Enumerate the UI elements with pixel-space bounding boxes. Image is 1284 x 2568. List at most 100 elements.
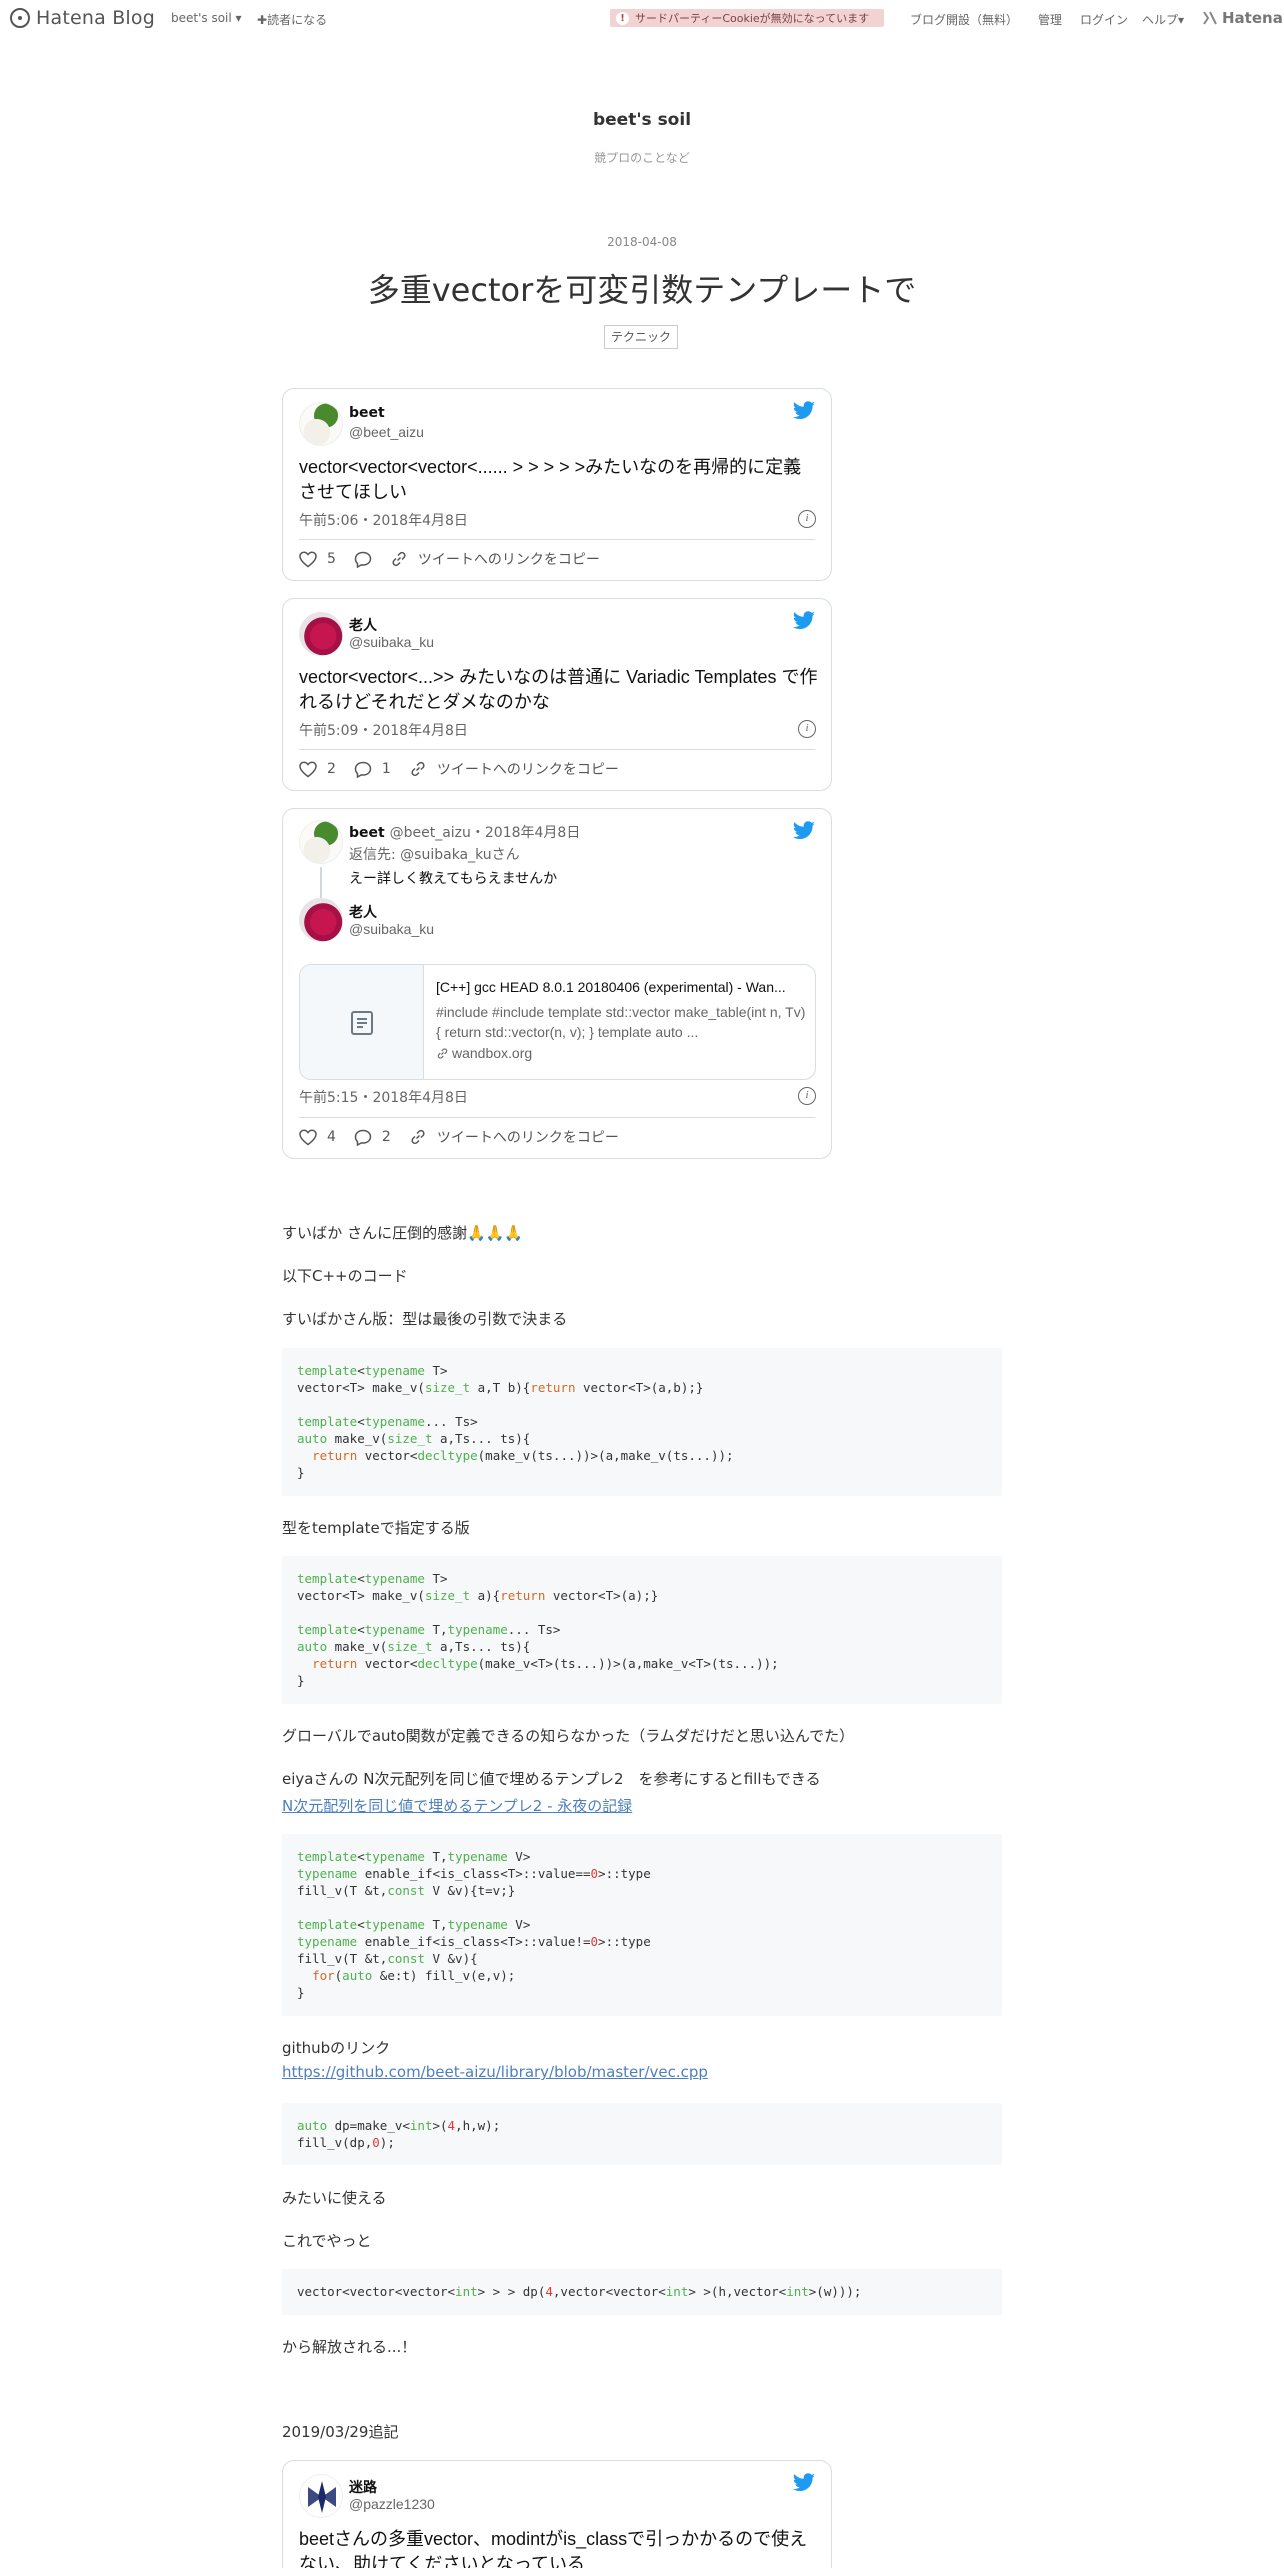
blog-title[interactable]: beet's soil bbox=[0, 110, 1284, 130]
embedded-tweet[interactable]: beet @beet_aizu・2018年4月8日 返信先: @suibaka_… bbox=[282, 808, 832, 1159]
embedded-tweet[interactable]: beet @beet_aizu vector<vector<vector<...… bbox=[282, 388, 832, 581]
paragraph: githubのリンク bbox=[282, 2039, 391, 2057]
blog-link[interactable]: N次元配列を同じ値で埋めるテンプレ2 - 永夜の記録 bbox=[282, 1795, 632, 1816]
copy-link-label: ツイートへのリンクをコピー bbox=[417, 552, 600, 568]
tweet-author-name[interactable]: beet bbox=[349, 405, 385, 421]
like-button[interactable]: 5 bbox=[299, 550, 336, 568]
reply-thread-line bbox=[320, 867, 322, 901]
tweet-author-handle[interactable]: @beet_aizu bbox=[349, 424, 424, 440]
tweet-actions: 2 1 ツイートへのリンクをコピー bbox=[299, 759, 637, 779]
tweet-author-name[interactable]: 老人 bbox=[349, 615, 377, 635]
info-icon[interactable]: i bbox=[798, 720, 816, 738]
plus-icon: ✚ bbox=[257, 13, 268, 27]
paragraph: グローバルでauto関数が定義できるの知らなかった（ラムダだけだと思い込んでた） bbox=[282, 1727, 855, 1745]
like-count: 5 bbox=[327, 551, 336, 567]
divider bbox=[299, 539, 815, 540]
paragraph: から解放される...！ bbox=[282, 2338, 417, 2356]
paragraph: みたいに使える bbox=[282, 2189, 387, 2207]
divider bbox=[299, 1117, 815, 1118]
parent-tweet-header[interactable]: beet @beet_aizu・2018年4月8日 bbox=[349, 822, 580, 842]
like-button[interactable]: 2 bbox=[299, 760, 336, 778]
link-preview-card[interactable]: [C++] gcc HEAD 8.0.1 20180406 (experimen… bbox=[299, 964, 816, 1080]
hatena-logo-icon bbox=[10, 8, 30, 28]
admin-link[interactable]: 管理 bbox=[1038, 11, 1062, 28]
tweet-author-handle[interactable]: @suibaka_ku bbox=[349, 634, 434, 650]
open-blog-link[interactable]: ブログ開設（無料） bbox=[910, 11, 1018, 28]
copy-link-button[interactable]: ツイートへのリンクをコピー bbox=[409, 1127, 619, 1147]
hatena-blog-logo[interactable]: Hatena Blog bbox=[10, 7, 155, 29]
link-icon bbox=[411, 1129, 425, 1145]
like-button[interactable]: 4 bbox=[299, 1128, 336, 1146]
embedded-tweet[interactable]: 老人 @suibaka_ku vector<vector<...>> みたいなの… bbox=[282, 598, 832, 791]
avatar[interactable] bbox=[299, 898, 343, 942]
tweet-author-name[interactable]: 迷路 bbox=[349, 2477, 377, 2497]
code-block: vector<vector<vector<int> > > dp(4,vecto… bbox=[282, 2269, 1002, 2315]
like-count: 4 bbox=[327, 1129, 336, 1145]
info-icon[interactable]: i bbox=[798, 1087, 816, 1105]
entry-title[interactable]: 多重vectorを可変引数テンプレートで bbox=[0, 265, 1284, 311]
code-block: template<typename T> vector<T> make_v(si… bbox=[282, 1556, 1002, 1704]
tweet-actions: 5 ツイートへのリンクをコピー bbox=[299, 549, 618, 569]
link-card-domain: wandbox.org bbox=[436, 1045, 532, 1061]
code-block: auto dp=make_v<int>(4,h,w); fill_v(dp,0)… bbox=[282, 2103, 1002, 2165]
embedded-tweet[interactable]: 迷路 @pazzle1230 beetさんの多重vector、modintがis… bbox=[282, 2460, 832, 2568]
tweet-author-handle[interactable]: @suibaka_ku bbox=[349, 921, 434, 937]
link-icon bbox=[411, 761, 425, 777]
reply-count: 2 bbox=[381, 1129, 391, 1145]
blog-menu-dropdown[interactable]: beet's soil ▾ bbox=[171, 11, 242, 25]
blog-description: 競プロのことなど bbox=[594, 151, 690, 165]
help-menu[interactable]: ヘルプ▾ bbox=[1142, 11, 1184, 28]
copy-link-button[interactable]: ツイートへのリンクをコピー bbox=[409, 759, 619, 779]
tweet-author-handle[interactable]: @pazzle1230 bbox=[349, 2496, 435, 2512]
twitter-bird-icon[interactable] bbox=[792, 401, 816, 421]
subscribe-link[interactable]: ✚読者になる bbox=[257, 11, 327, 28]
tweet-timestamp[interactable]: 午前5:09・2018年4月8日 bbox=[299, 720, 468, 740]
twitter-bird-icon[interactable] bbox=[792, 821, 816, 841]
paragraph: すいばか さんに圧倒的感謝🙏🙏🙏 bbox=[282, 1224, 524, 1242]
github-link-text[interactable]: https://github.com/beet-aizu/library/blo… bbox=[282, 2063, 708, 2081]
reply-to-label[interactable]: 返信先: @suibaka_kuさん bbox=[349, 844, 520, 864]
login-link[interactable]: ログイン bbox=[1080, 11, 1128, 28]
code-block: template<typename T> vector<T> make_v(si… bbox=[282, 1348, 1002, 1496]
blog-link-text[interactable]: N次元配列を同じ値で埋めるテンプレ2 - 永夜の記録 bbox=[282, 1797, 632, 1815]
avatar-emblem-icon bbox=[308, 2481, 336, 2513]
link-icon bbox=[437, 1047, 448, 1059]
paragraph: すいばかさん版：型は最後の引数で決まる bbox=[282, 1310, 568, 1328]
reply-icon bbox=[354, 761, 372, 778]
link-card-description: #include #include template std::vector m… bbox=[436, 1004, 806, 1040]
twitter-bird-icon[interactable] bbox=[792, 2473, 816, 2493]
parent-tweet-text: えー詳しく教えてもらえませんか bbox=[349, 871, 558, 887]
github-link[interactable]: https://github.com/beet-aizu/library/blo… bbox=[282, 2063, 708, 2081]
category-tag[interactable]: テクニック bbox=[604, 325, 678, 349]
reply-button[interactable] bbox=[354, 551, 372, 568]
entry-date[interactable]: 2018-04-08 bbox=[0, 235, 1284, 249]
heart-icon bbox=[299, 760, 317, 777]
heart-icon bbox=[299, 550, 317, 567]
global-header: Hatena Blog beet's soil ▾ ✚読者になる ! サードパー… bbox=[0, 0, 1284, 38]
hatena-logo[interactable]: Hatena bbox=[1202, 9, 1283, 27]
reply-icon bbox=[354, 1129, 372, 1146]
avatar[interactable] bbox=[299, 402, 343, 446]
parent-avatar[interactable] bbox=[299, 820, 343, 864]
reply-button[interactable]: 1 bbox=[354, 761, 391, 778]
avatar[interactable] bbox=[299, 2474, 343, 2518]
reply-button[interactable]: 2 bbox=[354, 1129, 391, 1146]
tweet-timestamp[interactable]: 午前5:06・2018年4月8日 bbox=[299, 510, 468, 530]
copy-link-label: ツイートへのリンクをコピー bbox=[436, 762, 619, 778]
paragraph: 型をtemplateで指定する版 bbox=[282, 1519, 470, 1537]
cookie-notice[interactable]: ! サードパーティーCookieが無効になっています bbox=[610, 9, 884, 27]
twitter-bird-icon[interactable] bbox=[792, 611, 816, 631]
info-icon[interactable]: i bbox=[798, 510, 816, 528]
paragraph: 以下C++のコード bbox=[282, 1267, 408, 1285]
document-icon bbox=[350, 1011, 373, 1035]
tweet-author-name[interactable]: 老人 bbox=[349, 902, 377, 922]
tweet-timestamp[interactable]: 午前5:15・2018年4月8日 bbox=[299, 1087, 468, 1107]
copy-link-button[interactable]: ツイートへのリンクをコピー bbox=[390, 549, 600, 569]
paragraph: 2019/03/29追記 bbox=[282, 2423, 399, 2441]
cookie-notice-text: サードパーティーCookieが無効になっています bbox=[635, 12, 870, 25]
avatar[interactable] bbox=[299, 612, 343, 656]
tweet-text: vector<vector<vector<...... > > > > >みたい… bbox=[299, 457, 802, 502]
tweet-actions: 4 2 ツイートへのリンクをコピー bbox=[299, 1127, 637, 1147]
tweet-text: vector<vector<...>> みたいなのは普通に Variadic T… bbox=[299, 667, 818, 712]
copy-link-label: ツイートへのリンクをコピー bbox=[436, 1130, 619, 1146]
